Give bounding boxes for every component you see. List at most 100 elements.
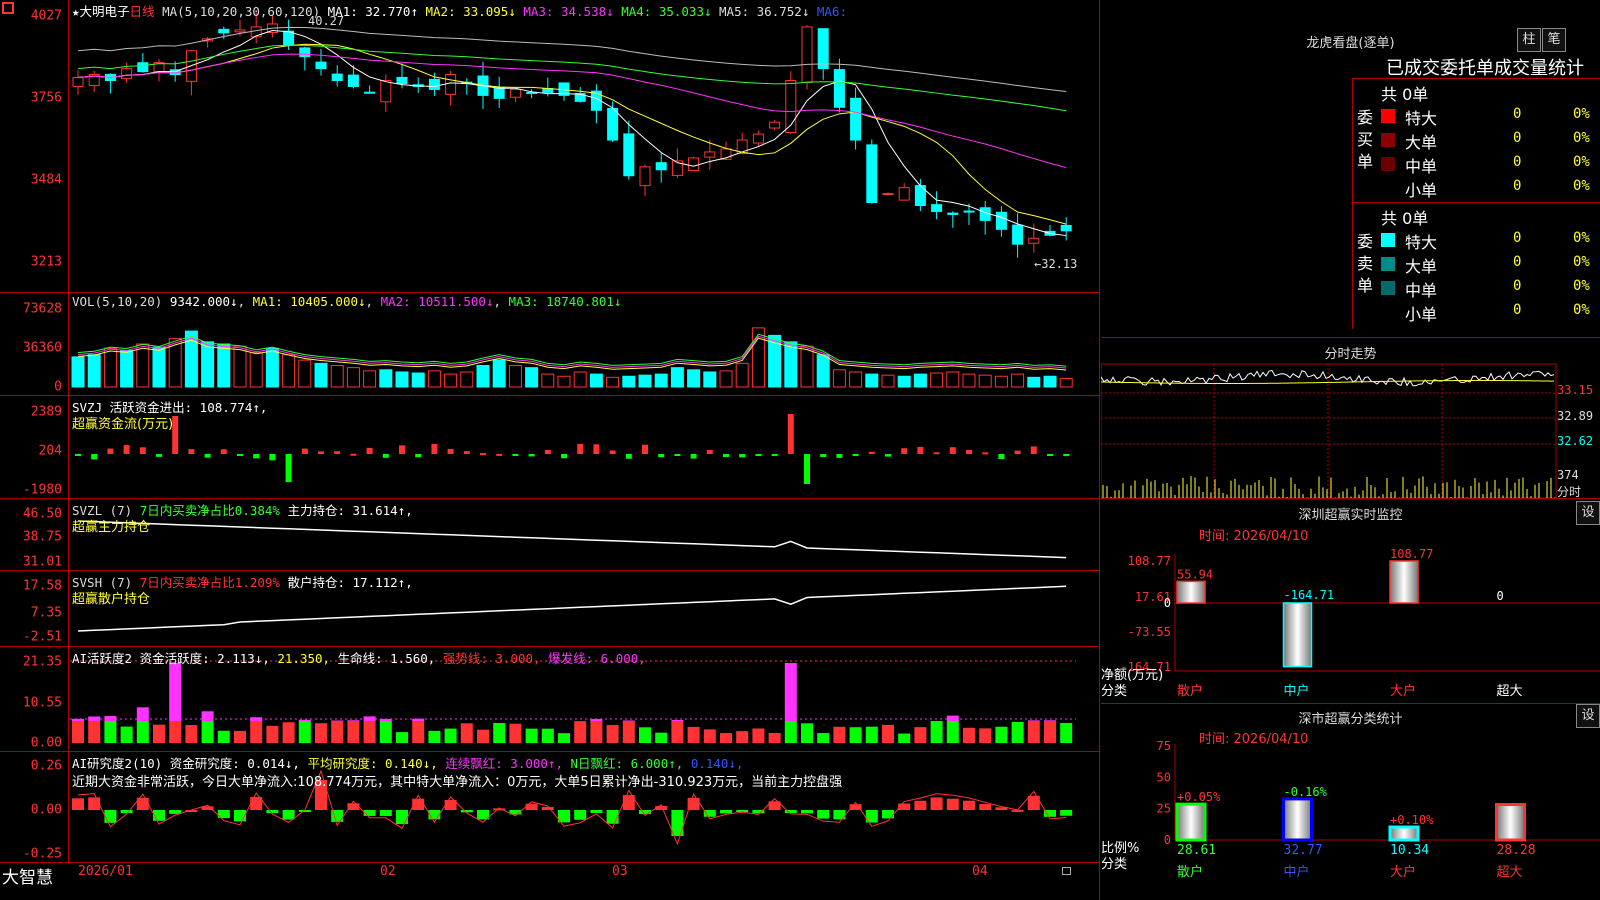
candle-body (299, 47, 311, 58)
monitor-value: 55.94 (1177, 567, 1213, 581)
research-bar (460, 810, 473, 813)
lhb-row-qty: 0 (1513, 278, 1522, 294)
volume-bar (784, 341, 798, 388)
activity-bar (234, 730, 246, 743)
lhb-row: 中单 0 0% (1381, 277, 1599, 300)
flow-bar (334, 451, 341, 454)
monitor-panel[interactable]: 深圳超赢实时监控 设 时间: 2026/04/10 108.77 17.61 0 -7… (1101, 499, 1600, 704)
activity-bar (104, 721, 117, 743)
volume-bar (363, 370, 377, 388)
research-bar (525, 803, 538, 810)
research-bar (88, 797, 101, 810)
ai-research-panel[interactable]: 0.26 0.00 -0.25 AI研究度2(10) 资金研究度: 0.014↓… (0, 752, 1100, 863)
research-bar (930, 797, 943, 810)
candle-body (121, 68, 133, 80)
flow-bar (674, 454, 681, 456)
volume-bar (978, 374, 992, 388)
flow-bar (949, 447, 956, 454)
classify-category: 超大 (1497, 865, 1523, 880)
volume-bar (314, 362, 328, 388)
activity-bar (995, 726, 1008, 743)
legend-swatch (1381, 109, 1395, 123)
activity-bar (120, 726, 133, 743)
volume-bar (897, 375, 911, 388)
volume-bar (330, 365, 344, 388)
intraday-tick: 32.89 (1557, 409, 1594, 423)
activity-bar (882, 724, 894, 743)
activity-bar (217, 730, 230, 743)
activity-bar (493, 722, 506, 743)
classify-panel[interactable]: 深市超赢分类统计 设 时间: 2026/04/10 75 50 25 0 比例% 分类 +0… (1101, 704, 1600, 900)
activity-bar (88, 721, 101, 743)
flow-bar (593, 444, 600, 454)
activity-bar (396, 732, 408, 743)
lhb-row-name: 小单 (1405, 305, 1438, 324)
lhb-row-pct: 0% (1573, 130, 1590, 146)
activity-bar (282, 722, 295, 743)
activity-bar (590, 721, 603, 743)
activity-bar-top (379, 718, 392, 721)
research-bar (266, 810, 279, 814)
classify-value: 28.61 (1177, 843, 1216, 858)
flow-bar (771, 454, 778, 456)
high-marker: 40.27 (308, 14, 345, 28)
flow-bar (658, 454, 665, 458)
research-bar (72, 798, 84, 810)
svzj-panel[interactable]: 2389 204 -1980 SVZJ 活跃资金进出: 108.774↑, 超赢… (0, 396, 1100, 499)
volume-bar (1027, 376, 1041, 388)
activity-bar (444, 728, 457, 743)
lhb-row-qty: 0 (1513, 178, 1522, 194)
svsh-panel[interactable]: 17.58 7.35 -2.51 SVSH (7) 7日内买卖净占比1.209%… (0, 571, 1100, 647)
lhb-row-name: 中单 (1405, 157, 1438, 176)
date-tick: 04 (972, 864, 988, 879)
flow-bar (820, 454, 827, 458)
activity-bar-top (201, 711, 214, 721)
price-panel[interactable]: 4027 3756 3484 3213 ★大明电子日线 MA(5,10,20,3… (0, 0, 1100, 293)
intraday-tick: 32.62 (1557, 434, 1594, 448)
ai-activity-panel[interactable]: 21.35 10.55 0.00 AI活跃度2 资金活跃度: 2.113↓, 2… (0, 647, 1100, 752)
ai-research-header: AI研究度2(10) 资金研究度: 0.014↓, 平均研究度: 0.140↓,… (72, 756, 744, 771)
research-bar (817, 810, 830, 819)
research-bar (720, 810, 732, 814)
lhb-row-pct: 0% (1573, 154, 1590, 170)
monitor-chart: 108.7717.610-73.55-164.71净额(万元)分类55.94散户… (1101, 547, 1600, 699)
tick-mode-button[interactable]: 笔 (1542, 28, 1566, 52)
candle-body (688, 157, 700, 171)
svzl-panel[interactable]: 46.50 38.75 31.01 SVZL (7) 7日内买卖净占比0.384… (0, 499, 1100, 571)
volume-bar (832, 369, 846, 388)
research-bar (347, 803, 360, 810)
activity-bar (363, 721, 376, 743)
classify-bar (1495, 803, 1526, 842)
activity-bar (801, 723, 813, 743)
research-bar (541, 806, 554, 810)
candle-body (623, 133, 635, 177)
volume-bar (670, 367, 684, 388)
activity-bar-top (1044, 720, 1056, 721)
flow-bar (156, 454, 162, 457)
activity-bar-top (1027, 720, 1040, 721)
lhb-row-name: 特大 (1405, 233, 1438, 252)
classify-bar (1388, 825, 1420, 842)
candle-body (607, 107, 619, 141)
monitor-value: -164.71 (1284, 588, 1335, 602)
volume-bar (217, 343, 231, 388)
volume-bar (735, 362, 749, 388)
classify-category: 散户 (1177, 864, 1203, 880)
activity-bar (72, 721, 84, 743)
activity-bar (622, 721, 635, 743)
monitor-category: 散户 (1177, 683, 1203, 699)
monitor-bar (1389, 560, 1419, 604)
intraday-panel[interactable]: 分时走势 33.15 32.89 32.62 374 分时 (1101, 338, 1600, 499)
lhb-row-qty: 0 (1513, 302, 1522, 318)
lock-icon[interactable] (1062, 867, 1071, 875)
intraday-chart (1101, 363, 1557, 498)
candle-body (509, 88, 521, 98)
bar-mode-button[interactable]: 柱 (1517, 28, 1541, 52)
activity-bar (784, 721, 797, 743)
volume-bar (298, 359, 312, 388)
candle-body (704, 151, 716, 158)
research-bar (574, 810, 587, 820)
classify-value: 32.77 (1284, 843, 1323, 858)
classify-chart: 75 50 25 0 比例%分类 +0.05% 28.61 散户 -0.16% 32.77 中户 +0… (1101, 739, 1600, 880)
volume-panel[interactable]: 73628 36360 0 VOL(5,10,20) 9342.000↓, MA… (0, 293, 1100, 396)
